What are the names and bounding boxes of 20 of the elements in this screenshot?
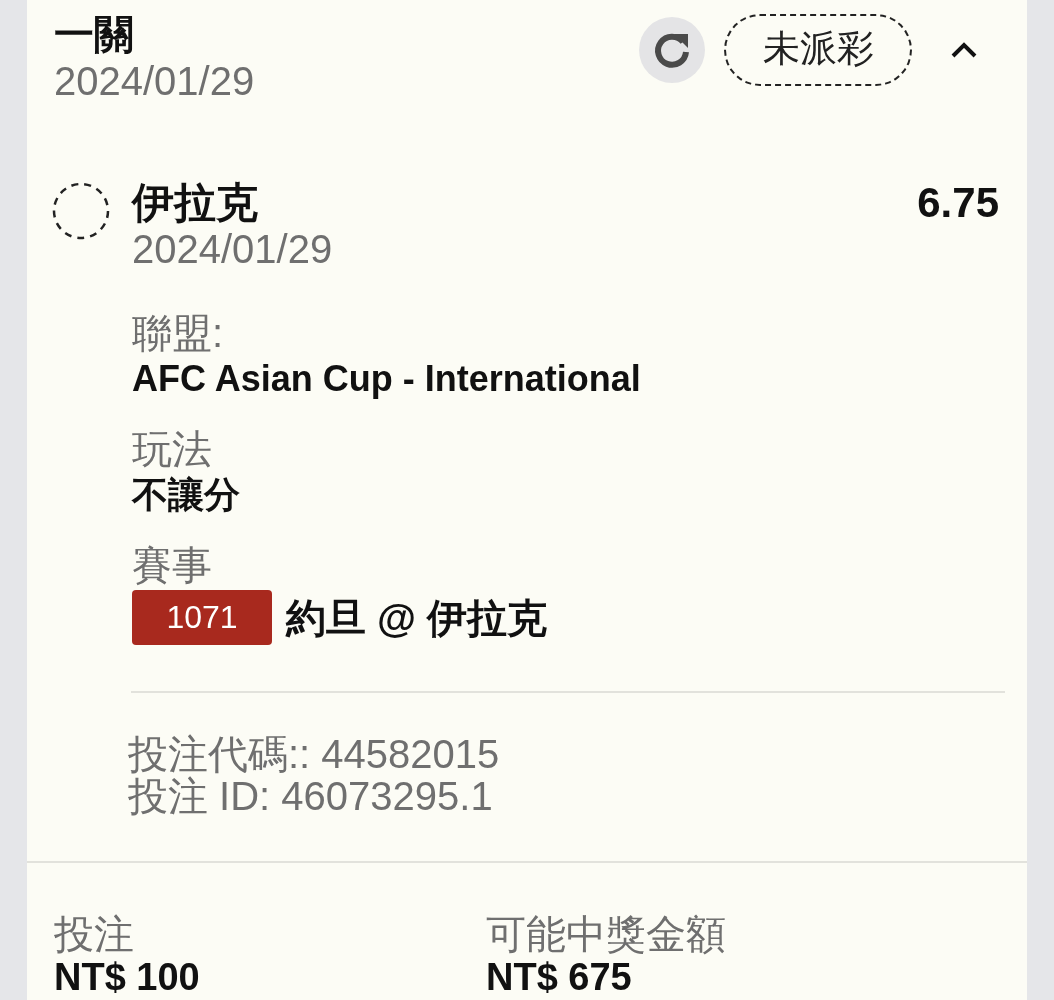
summary-amount: NT$ 675 (486, 957, 633, 997)
match-date: 2024/01/29 (132, 226, 334, 272)
bet-date: 2024/01/29 (54, 58, 255, 104)
bet-type-title: 一關 (54, 11, 135, 58)
detail-label: 聯盟: (132, 310, 225, 356)
dashed-circle-icon (52, 182, 110, 240)
bet-reference: 投注 ID: 46073295.1 (128, 775, 494, 817)
bet-reference: 投注代碼:: 44582015 (128, 733, 501, 775)
odds-value: 6.75 (917, 180, 999, 226)
summary-label: 投注 (54, 911, 135, 957)
match-teams: 約旦 @ 伊拉克 (286, 594, 548, 641)
summary-amount: NT$ 100 (54, 957, 201, 997)
detail-value: 不讓分 (132, 473, 241, 517)
team-name: 伊拉克 (132, 180, 259, 226)
detail-value: AFC Asian Cup - International (132, 357, 642, 401)
status-badge: 未派彩 (724, 14, 912, 86)
summary-label: 可能中獎金額 (486, 911, 727, 957)
detail-label: 玩法 (132, 426, 213, 472)
detail-label: 賽事 (132, 542, 213, 588)
match-number-badge: 1071 (132, 590, 272, 645)
